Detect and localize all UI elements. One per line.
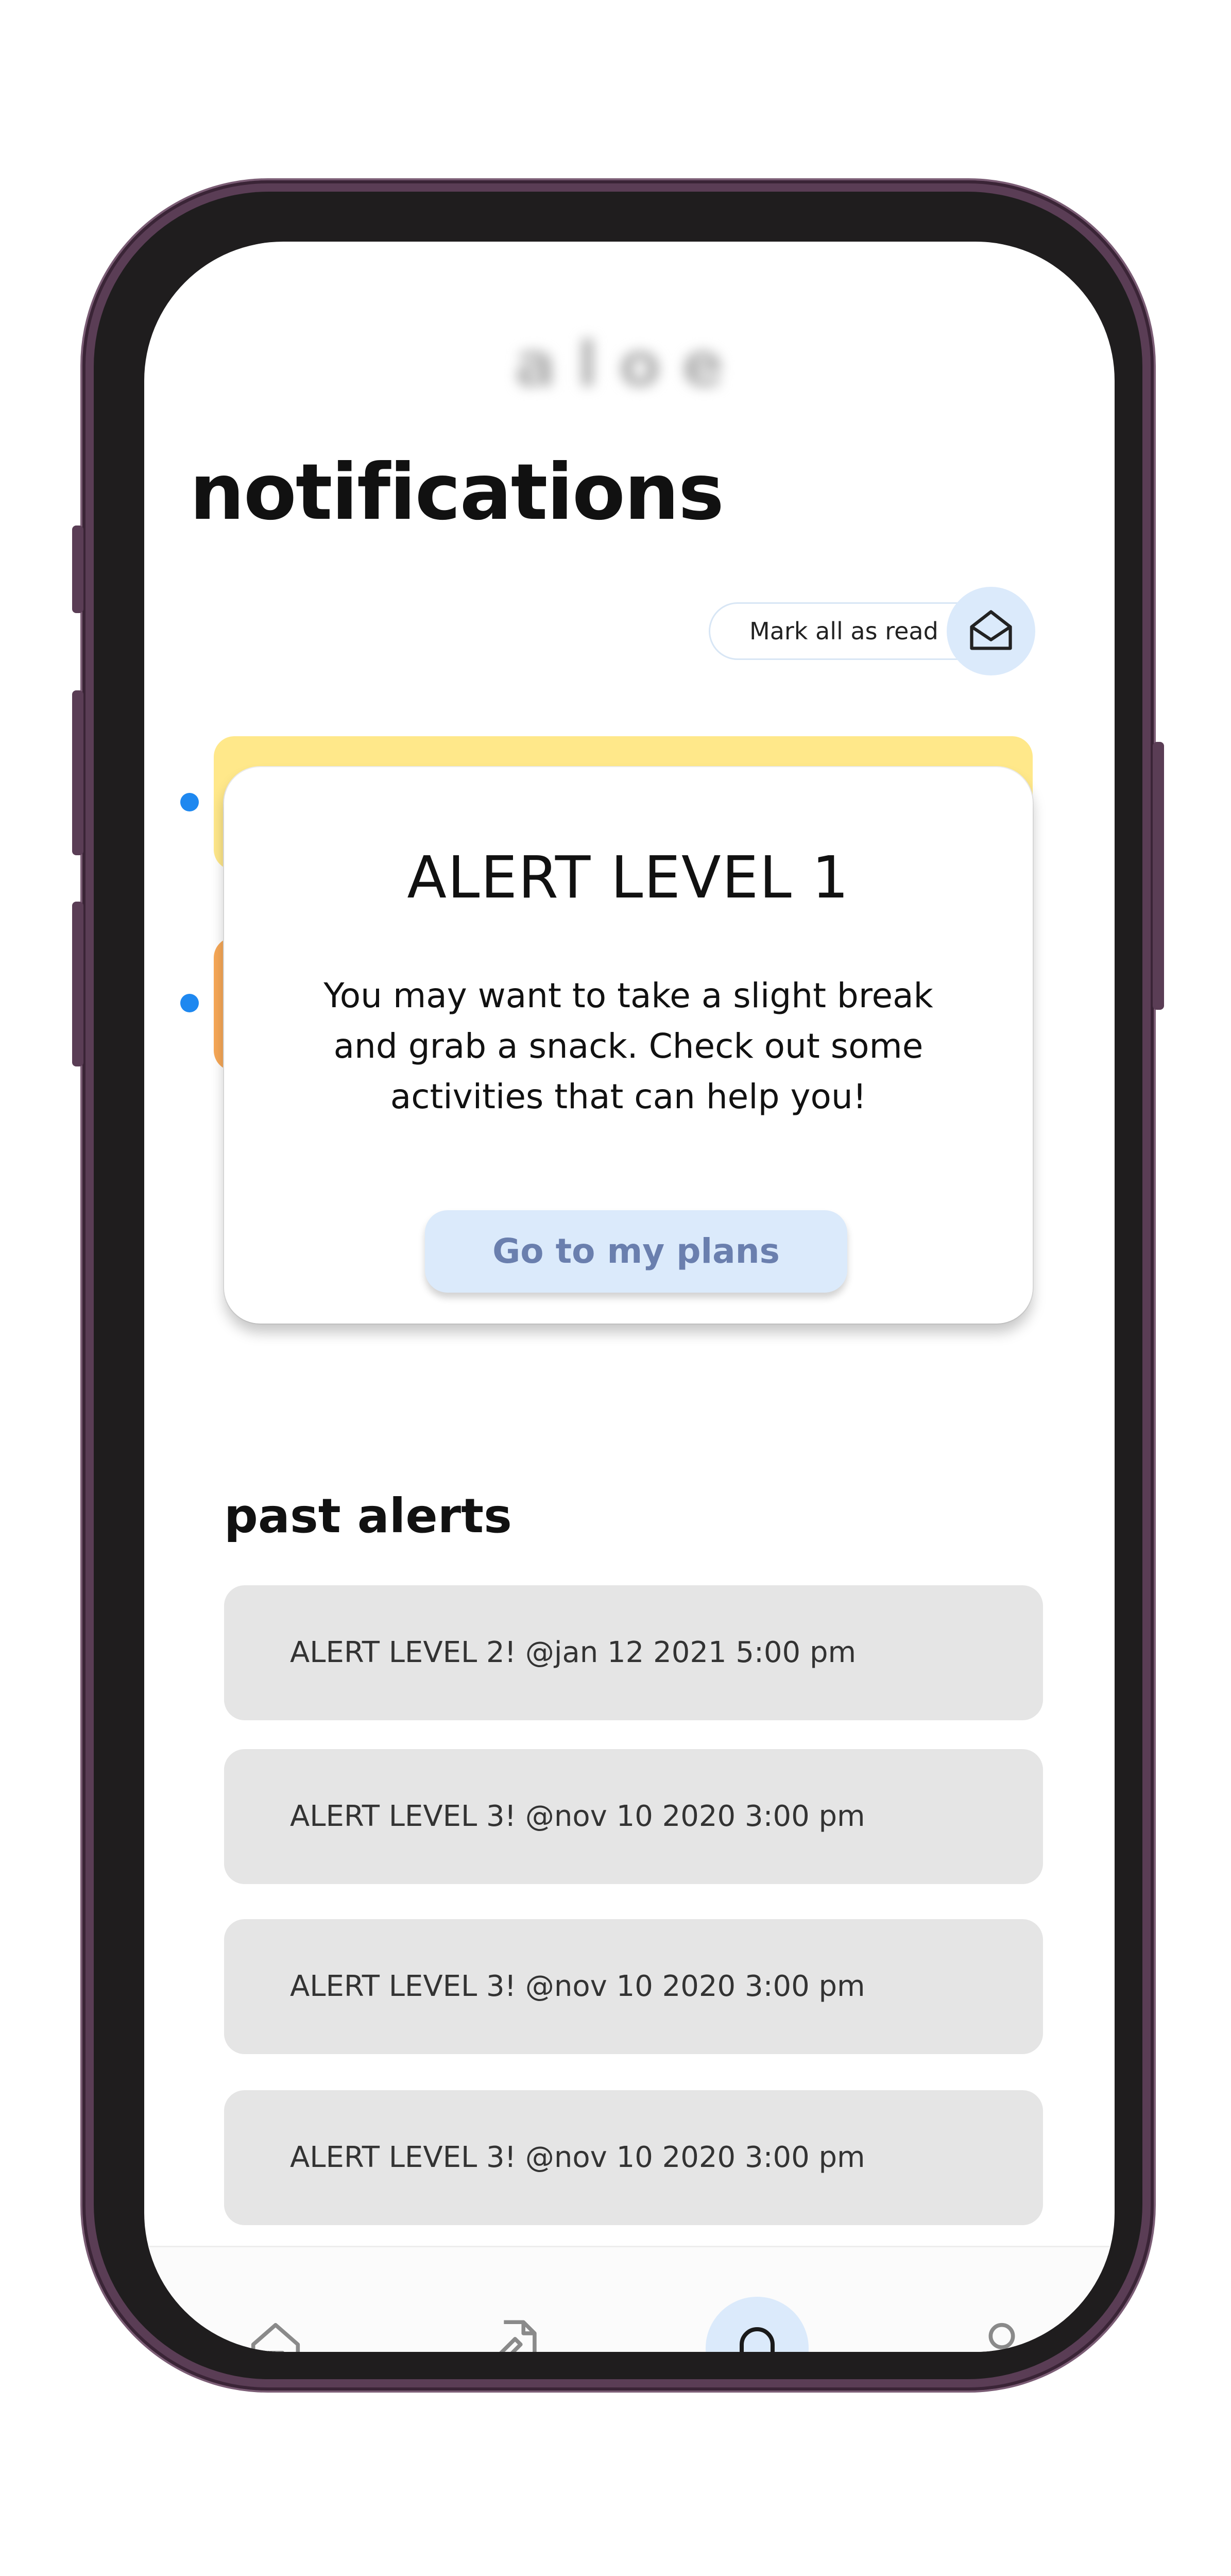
go-to-plans-button[interactable]: Go to my plans — [425, 1210, 847, 1293]
past-alerts-title: past alerts — [224, 1488, 512, 1544]
phone-screen: aloe notifications Mark all as read ALER… — [144, 242, 1115, 2352]
alert-popup-card: ALERT LEVEL 1 You may want to take a sli… — [224, 767, 1033, 1324]
past-alert-item[interactable]: ALERT LEVEL 3! @nov 10 2020 3:00 pm — [224, 1749, 1043, 1884]
user-icon — [968, 2314, 1035, 2352]
alert-message: You may want to take a slight break and … — [323, 976, 933, 1116]
phone-side-button — [72, 690, 83, 855]
nav-notifications[interactable] — [706, 2297, 809, 2352]
envelope-open-icon[interactable] — [947, 587, 1035, 675]
edit-document-icon — [482, 2314, 549, 2352]
bottom-navigation — [144, 2246, 1115, 2352]
phone-bezel: aloe notifications Mark all as read ALER… — [94, 192, 1142, 2379]
phone-side-button — [1153, 742, 1164, 1010]
past-alert-item[interactable]: ALERT LEVEL 3! @nov 10 2020 3:00 pm — [224, 1919, 1043, 2054]
past-alert-item[interactable]: ALERT LEVEL 3! @nov 10 2020 3:00 pm — [224, 2090, 1043, 2225]
home-icon — [242, 2314, 309, 2352]
app-logo: aloe — [515, 329, 744, 401]
unread-dot — [180, 793, 199, 811]
phone-side-button — [72, 526, 83, 613]
bell-icon — [726, 2316, 788, 2352]
nav-plans[interactable] — [464, 2297, 567, 2352]
unread-dot — [180, 994, 199, 1012]
page-title: notifications — [190, 448, 724, 537]
phone-side-button — [72, 902, 83, 1066]
phone-frame: aloe notifications Mark all as read ALER… — [72, 180, 1164, 2391]
nav-profile[interactable] — [950, 2297, 1053, 2352]
alert-title: ALERT LEVEL 1 — [407, 844, 850, 911]
mark-all-read-label: Mark all as read — [749, 617, 938, 645]
nav-home[interactable] — [224, 2297, 327, 2352]
past-alert-item[interactable]: ALERT LEVEL 2! @jan 12 2021 5:00 pm — [224, 1585, 1043, 1720]
